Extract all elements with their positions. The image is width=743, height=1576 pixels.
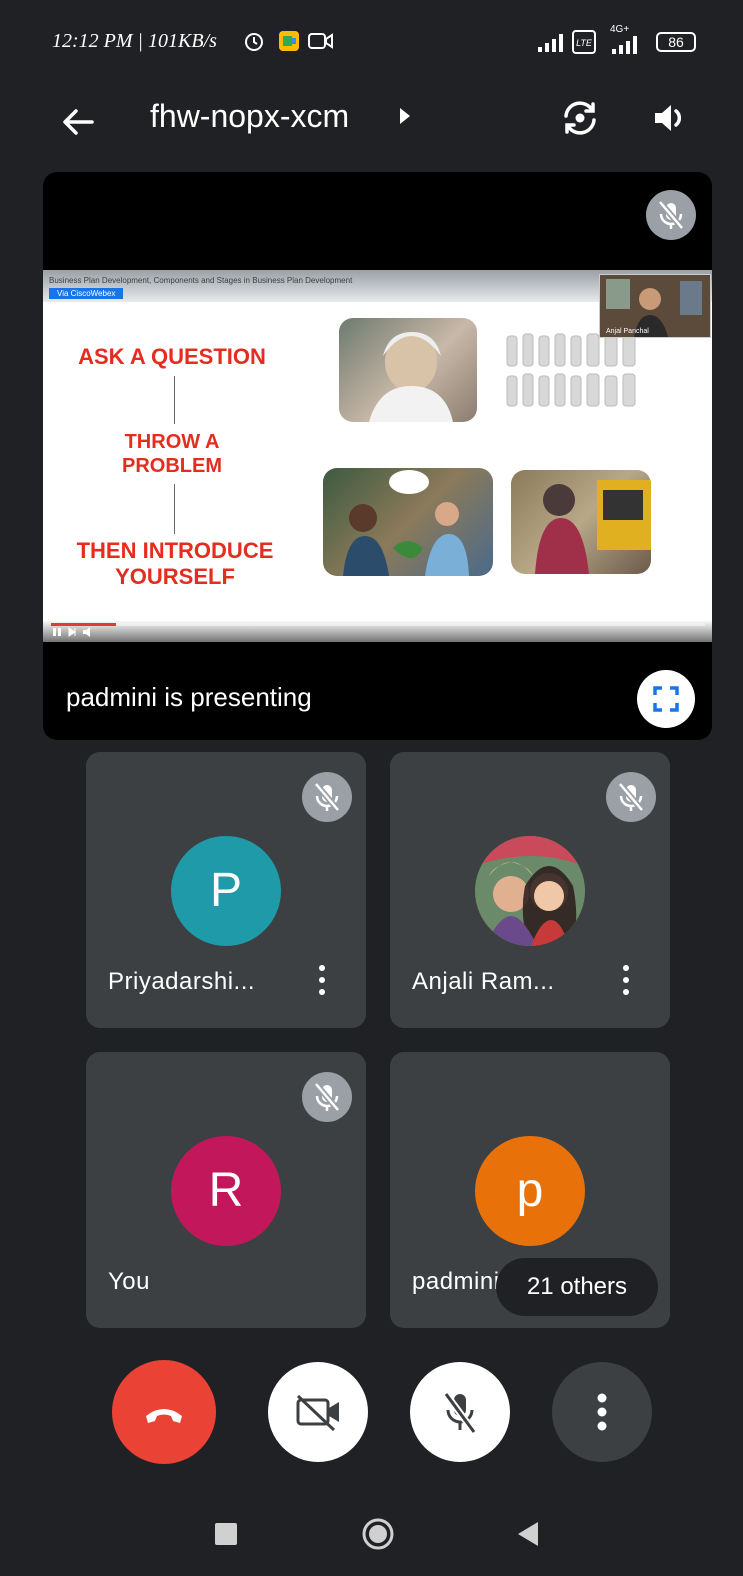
mic-toggle-button[interactable]	[410, 1362, 510, 1462]
network-type: 4G+	[610, 24, 630, 35]
profile-photo-shapes	[475, 836, 585, 946]
slide-heading-throw-line1: THROW A	[124, 431, 220, 453]
avatar: R	[171, 1136, 281, 1246]
participant-tile-padmini[interactable]: p padmini 21 others	[390, 1052, 670, 1328]
phone-screen: 12:12 PM | 101KB/s LTE 4G+ 86 fhw-nopx-x…	[10, 0, 732, 1576]
photo-street-shapes	[535, 480, 651, 574]
participant-name: Priyadarshi...	[108, 968, 256, 995]
volte-icon: LTE	[572, 30, 596, 54]
presenter-mute-indicator	[646, 190, 696, 240]
participant-mute-indicator	[606, 772, 656, 822]
mic-off-icon	[617, 782, 645, 812]
more-vert-icon	[597, 1393, 607, 1431]
photo-portrait-shape	[369, 332, 453, 422]
pip-name: Anjal Panchal	[606, 328, 649, 335]
slide-connector-2	[174, 484, 175, 534]
participant-tile-priyadarshi[interactable]: P Priyadarshi...	[86, 752, 366, 1028]
participant-name: padmini	[412, 1268, 500, 1295]
slide-badge: Via CiscoWebex	[49, 288, 124, 299]
slide-photo-market	[323, 468, 493, 576]
meeting-code[interactable]: fhw-nopx-xcm	[150, 98, 349, 135]
arrow-left-icon[interactable]	[58, 102, 98, 142]
signal-icon-2	[612, 36, 637, 54]
fullscreen-button[interactable]	[637, 670, 695, 728]
slide-connector-1	[174, 376, 175, 424]
participant-tile-anjali[interactable]: Anjali Ram...	[390, 752, 670, 1028]
end-call-button[interactable]	[112, 1360, 216, 1464]
mic-off-icon	[313, 1082, 341, 1112]
meet-app-icon	[279, 31, 299, 51]
participant-mute-indicator	[302, 1072, 352, 1122]
slide-caption: Business Plan Development, Components an…	[49, 276, 353, 285]
home-icon[interactable]	[360, 1516, 396, 1552]
battery-level: 86	[668, 34, 684, 50]
slide-bottles-graphic	[506, 333, 636, 407]
video-progress-fill	[51, 623, 117, 626]
video-recorder-icon	[308, 33, 333, 49]
avatar: p	[475, 1136, 585, 1246]
svg-text:LTE: LTE	[576, 38, 593, 48]
camera-off-icon	[296, 1394, 339, 1432]
presenting-label: padmini is presenting	[66, 682, 312, 712]
participant-name: Anjali Ram...	[412, 968, 555, 995]
switch-camera-icon[interactable]	[558, 96, 602, 140]
signal-icon	[538, 34, 563, 52]
slide-photo-street	[511, 470, 651, 574]
slide-heading-introduce-line1: THEN INTRODUCE	[76, 538, 274, 563]
status-time: 12:12 PM | 101KB/s	[52, 30, 217, 52]
fullscreen-icon	[653, 686, 679, 712]
participant-tile-you[interactable]: R You	[86, 1052, 366, 1328]
slide-heading-introduce-line2: YOURSELF	[115, 564, 235, 589]
alarm-icon	[245, 33, 263, 51]
call-header: fhw-nopx-xcm	[10, 80, 732, 160]
slide-heading-throw: THROW A PROBLEM	[57, 430, 287, 478]
more-options-icon[interactable]	[318, 965, 326, 999]
meeting-details-arrow-icon[interactable]	[400, 108, 410, 124]
others-count-chip[interactable]: 21 others	[496, 1258, 658, 1316]
more-options-button[interactable]	[552, 1362, 652, 1462]
more-options-icon[interactable]	[622, 965, 630, 999]
presentation-tile[interactable]: Business Plan Development, Components an…	[43, 172, 712, 740]
recents-icon[interactable]	[214, 1522, 238, 1546]
avatar: P	[171, 836, 281, 946]
participant-name: You	[108, 1268, 150, 1295]
photo-market-shapes	[343, 470, 469, 576]
speaker-icon[interactable]	[650, 98, 690, 138]
system-nav-bar	[10, 1500, 732, 1576]
mic-off-icon	[657, 200, 685, 230]
avatar-photo	[475, 836, 585, 946]
play-controls-icon[interactable]	[53, 626, 113, 638]
back-nav-icon[interactable]	[514, 1520, 542, 1548]
battery-indicator: 86	[656, 32, 696, 52]
slide-heading-introduce: THEN INTRODUCE YOURSELF	[47, 538, 303, 590]
participant-mute-indicator	[302, 772, 352, 822]
slide-heading-ask: ASK A QUESTION	[78, 344, 266, 369]
shared-slide: Business Plan Development, Components an…	[43, 270, 712, 642]
slide-photo-woman	[339, 318, 477, 422]
camera-toggle-button[interactable]	[268, 1362, 368, 1462]
slide-heading-throw-line2: PROBLEM	[122, 455, 222, 477]
mic-off-icon	[443, 1391, 477, 1435]
video-progress-bar[interactable]	[51, 623, 705, 626]
slide-presenter-pip: Anjal Panchal	[599, 274, 711, 338]
status-bar: 12:12 PM | 101KB/s LTE 4G+ 86	[10, 0, 732, 80]
hang-up-icon	[146, 1409, 182, 1423]
mic-off-icon	[313, 782, 341, 812]
